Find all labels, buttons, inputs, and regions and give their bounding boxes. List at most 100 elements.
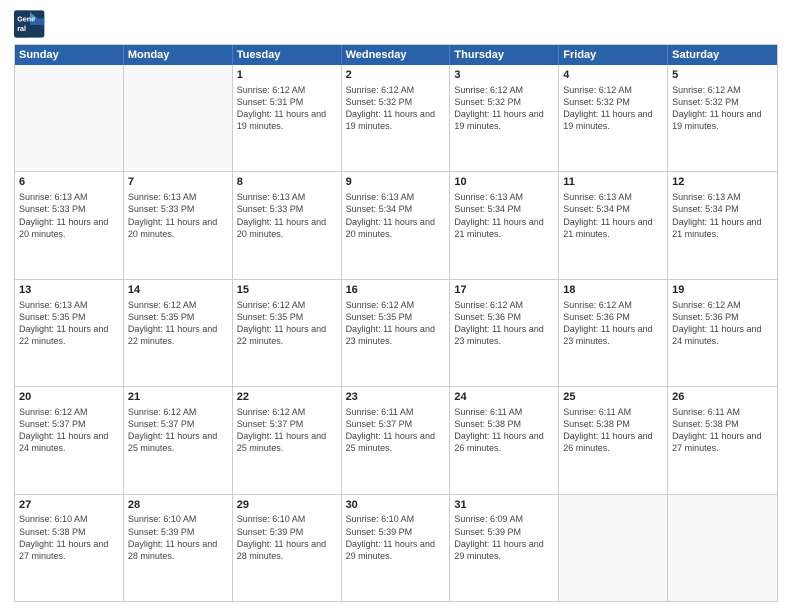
day-info: Sunrise: 6:12 AM Sunset: 5:36 PM Dayligh… <box>563 299 663 348</box>
day-number: 20 <box>19 390 119 405</box>
day-number: 11 <box>563 175 663 190</box>
svg-text:ral: ral <box>17 24 26 33</box>
day-info: Sunrise: 6:13 AM Sunset: 5:34 PM Dayligh… <box>454 191 554 240</box>
day-info: Sunrise: 6:12 AM Sunset: 5:32 PM Dayligh… <box>346 84 446 133</box>
calendar-cell: 25Sunrise: 6:11 AM Sunset: 5:38 PM Dayli… <box>559 387 668 493</box>
calendar-cell: 9Sunrise: 6:13 AM Sunset: 5:34 PM Daylig… <box>342 172 451 278</box>
day-info: Sunrise: 6:12 AM Sunset: 5:37 PM Dayligh… <box>237 406 337 455</box>
calendar-body: 1Sunrise: 6:12 AM Sunset: 5:31 PM Daylig… <box>15 65 777 601</box>
day-info: Sunrise: 6:12 AM Sunset: 5:32 PM Dayligh… <box>563 84 663 133</box>
day-info: Sunrise: 6:12 AM Sunset: 5:35 PM Dayligh… <box>237 299 337 348</box>
day-number: 22 <box>237 390 337 405</box>
day-info: Sunrise: 6:12 AM Sunset: 5:37 PM Dayligh… <box>19 406 119 455</box>
calendar-cell: 20Sunrise: 6:12 AM Sunset: 5:37 PM Dayli… <box>15 387 124 493</box>
calendar-cell: 6Sunrise: 6:13 AM Sunset: 5:33 PM Daylig… <box>15 172 124 278</box>
day-info: Sunrise: 6:10 AM Sunset: 5:39 PM Dayligh… <box>128 513 228 562</box>
day-info: Sunrise: 6:13 AM Sunset: 5:35 PM Dayligh… <box>19 299 119 348</box>
calendar-cell: 8Sunrise: 6:13 AM Sunset: 5:33 PM Daylig… <box>233 172 342 278</box>
weekday-header: Tuesday <box>233 45 342 65</box>
calendar-cell: 22Sunrise: 6:12 AM Sunset: 5:37 PM Dayli… <box>233 387 342 493</box>
logo-icon: Gene ral <box>14 10 46 38</box>
day-number: 2 <box>346 68 446 83</box>
day-number: 1 <box>237 68 337 83</box>
calendar-cell: 11Sunrise: 6:13 AM Sunset: 5:34 PM Dayli… <box>559 172 668 278</box>
day-number: 27 <box>19 498 119 513</box>
calendar-cell: 1Sunrise: 6:12 AM Sunset: 5:31 PM Daylig… <box>233 65 342 171</box>
weekday-header: Friday <box>559 45 668 65</box>
day-number: 4 <box>563 68 663 83</box>
calendar-row: 6Sunrise: 6:13 AM Sunset: 5:33 PM Daylig… <box>15 171 777 278</box>
weekday-header: Monday <box>124 45 233 65</box>
day-info: Sunrise: 6:11 AM Sunset: 5:37 PM Dayligh… <box>346 406 446 455</box>
day-info: Sunrise: 6:12 AM Sunset: 5:31 PM Dayligh… <box>237 84 337 133</box>
day-number: 28 <box>128 498 228 513</box>
calendar-cell: 17Sunrise: 6:12 AM Sunset: 5:36 PM Dayli… <box>450 280 559 386</box>
day-info: Sunrise: 6:12 AM Sunset: 5:36 PM Dayligh… <box>454 299 554 348</box>
calendar-cell: 31Sunrise: 6:09 AM Sunset: 5:39 PM Dayli… <box>450 495 559 601</box>
weekday-header: Saturday <box>668 45 777 65</box>
calendar-cell <box>559 495 668 601</box>
calendar-cell: 30Sunrise: 6:10 AM Sunset: 5:39 PM Dayli… <box>342 495 451 601</box>
calendar-cell: 4Sunrise: 6:12 AM Sunset: 5:32 PM Daylig… <box>559 65 668 171</box>
calendar-cell: 15Sunrise: 6:12 AM Sunset: 5:35 PM Dayli… <box>233 280 342 386</box>
calendar-header: SundayMondayTuesdayWednesdayThursdayFrid… <box>15 45 777 65</box>
calendar-cell: 24Sunrise: 6:11 AM Sunset: 5:38 PM Dayli… <box>450 387 559 493</box>
calendar-row: 20Sunrise: 6:12 AM Sunset: 5:37 PM Dayli… <box>15 386 777 493</box>
day-info: Sunrise: 6:09 AM Sunset: 5:39 PM Dayligh… <box>454 513 554 562</box>
day-number: 30 <box>346 498 446 513</box>
calendar-cell: 2Sunrise: 6:12 AM Sunset: 5:32 PM Daylig… <box>342 65 451 171</box>
day-info: Sunrise: 6:12 AM Sunset: 5:36 PM Dayligh… <box>672 299 773 348</box>
day-info: Sunrise: 6:13 AM Sunset: 5:34 PM Dayligh… <box>346 191 446 240</box>
day-info: Sunrise: 6:13 AM Sunset: 5:34 PM Dayligh… <box>672 191 773 240</box>
calendar-cell: 5Sunrise: 6:12 AM Sunset: 5:32 PM Daylig… <box>668 65 777 171</box>
day-info: Sunrise: 6:13 AM Sunset: 5:33 PM Dayligh… <box>128 191 228 240</box>
calendar-cell: 10Sunrise: 6:13 AM Sunset: 5:34 PM Dayli… <box>450 172 559 278</box>
calendar-cell: 29Sunrise: 6:10 AM Sunset: 5:39 PM Dayli… <box>233 495 342 601</box>
day-number: 12 <box>672 175 773 190</box>
day-number: 7 <box>128 175 228 190</box>
day-info: Sunrise: 6:11 AM Sunset: 5:38 PM Dayligh… <box>454 406 554 455</box>
calendar-cell: 21Sunrise: 6:12 AM Sunset: 5:37 PM Dayli… <box>124 387 233 493</box>
weekday-header: Wednesday <box>342 45 451 65</box>
calendar-cell: 16Sunrise: 6:12 AM Sunset: 5:35 PM Dayli… <box>342 280 451 386</box>
day-number: 19 <box>672 283 773 298</box>
day-number: 5 <box>672 68 773 83</box>
day-info: Sunrise: 6:11 AM Sunset: 5:38 PM Dayligh… <box>563 406 663 455</box>
day-number: 9 <box>346 175 446 190</box>
day-info: Sunrise: 6:12 AM Sunset: 5:32 PM Dayligh… <box>454 84 554 133</box>
calendar-cell: 28Sunrise: 6:10 AM Sunset: 5:39 PM Dayli… <box>124 495 233 601</box>
calendar-cell: 19Sunrise: 6:12 AM Sunset: 5:36 PM Dayli… <box>668 280 777 386</box>
day-info: Sunrise: 6:12 AM Sunset: 5:37 PM Dayligh… <box>128 406 228 455</box>
calendar-cell: 7Sunrise: 6:13 AM Sunset: 5:33 PM Daylig… <box>124 172 233 278</box>
day-number: 26 <box>672 390 773 405</box>
calendar-cell: 14Sunrise: 6:12 AM Sunset: 5:35 PM Dayli… <box>124 280 233 386</box>
logo: Gene ral <box>14 10 50 38</box>
calendar-row: 13Sunrise: 6:13 AM Sunset: 5:35 PM Dayli… <box>15 279 777 386</box>
weekday-header: Thursday <box>450 45 559 65</box>
svg-text:Gene: Gene <box>17 15 35 24</box>
day-info: Sunrise: 6:13 AM Sunset: 5:34 PM Dayligh… <box>563 191 663 240</box>
day-number: 25 <box>563 390 663 405</box>
day-info: Sunrise: 6:10 AM Sunset: 5:38 PM Dayligh… <box>19 513 119 562</box>
calendar-cell <box>124 65 233 171</box>
day-number: 31 <box>454 498 554 513</box>
day-number: 17 <box>454 283 554 298</box>
calendar-row: 27Sunrise: 6:10 AM Sunset: 5:38 PM Dayli… <box>15 494 777 601</box>
calendar-cell: 26Sunrise: 6:11 AM Sunset: 5:38 PM Dayli… <box>668 387 777 493</box>
weekday-header: Sunday <box>15 45 124 65</box>
day-number: 8 <box>237 175 337 190</box>
day-number: 18 <box>563 283 663 298</box>
calendar: SundayMondayTuesdayWednesdayThursdayFrid… <box>14 44 778 602</box>
day-number: 14 <box>128 283 228 298</box>
day-info: Sunrise: 6:13 AM Sunset: 5:33 PM Dayligh… <box>237 191 337 240</box>
calendar-cell: 27Sunrise: 6:10 AM Sunset: 5:38 PM Dayli… <box>15 495 124 601</box>
day-number: 3 <box>454 68 554 83</box>
day-info: Sunrise: 6:11 AM Sunset: 5:38 PM Dayligh… <box>672 406 773 455</box>
calendar-cell: 3Sunrise: 6:12 AM Sunset: 5:32 PM Daylig… <box>450 65 559 171</box>
day-number: 23 <box>346 390 446 405</box>
day-info: Sunrise: 6:10 AM Sunset: 5:39 PM Dayligh… <box>346 513 446 562</box>
day-number: 15 <box>237 283 337 298</box>
calendar-cell: 12Sunrise: 6:13 AM Sunset: 5:34 PM Dayli… <box>668 172 777 278</box>
day-info: Sunrise: 6:10 AM Sunset: 5:39 PM Dayligh… <box>237 513 337 562</box>
day-info: Sunrise: 6:12 AM Sunset: 5:32 PM Dayligh… <box>672 84 773 133</box>
